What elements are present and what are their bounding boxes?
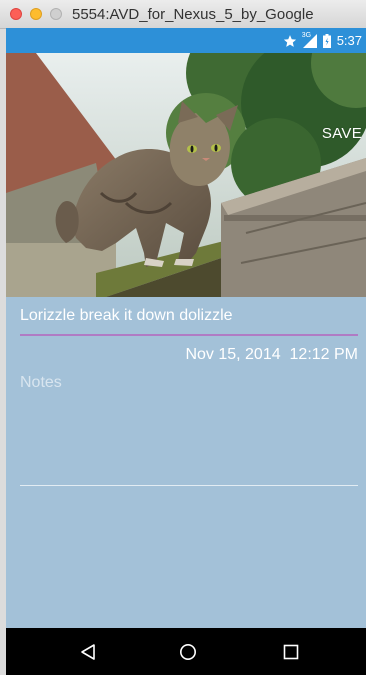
notes-textarea[interactable]: Notes	[20, 371, 358, 486]
date-picker-field[interactable]: Nov 15, 2014	[185, 346, 280, 363]
network-type-label: 3G	[301, 31, 312, 39]
device-screen: 3G 5:37 SAVE Lorizzle break it down doli…	[6, 28, 366, 675]
time-picker-field[interactable]: 12:12 PM	[290, 346, 358, 363]
note-title-input[interactable]: Lorizzle break it down dolizzle	[20, 306, 358, 336]
cat-photo[interactable]: SAVE	[6, 53, 366, 297]
star-icon	[283, 34, 297, 48]
home-icon[interactable]	[176, 640, 200, 664]
recents-icon[interactable]	[279, 640, 303, 664]
window-close-button[interactable]	[10, 8, 22, 20]
android-navigation-bar	[6, 628, 366, 675]
status-time: 5:37	[336, 33, 362, 48]
signal-icon: 3G	[301, 31, 317, 48]
window-title: 5554:AVD_for_Nexus_5_by_Google	[72, 6, 314, 23]
emulator-window-titlebar: 5554:AVD_for_Nexus_5_by_Google	[0, 0, 366, 29]
save-button[interactable]: SAVE	[322, 125, 362, 142]
window-minimize-button[interactable]	[30, 8, 42, 20]
note-datetime-row: Nov 15, 2014 12:12 PM	[185, 346, 358, 364]
back-icon[interactable]	[76, 640, 100, 664]
status-bar: 3G 5:37	[6, 28, 366, 53]
notes-placeholder: Notes	[20, 374, 62, 391]
battery-icon	[322, 33, 331, 48]
window-maximize-button[interactable]	[50, 8, 62, 20]
